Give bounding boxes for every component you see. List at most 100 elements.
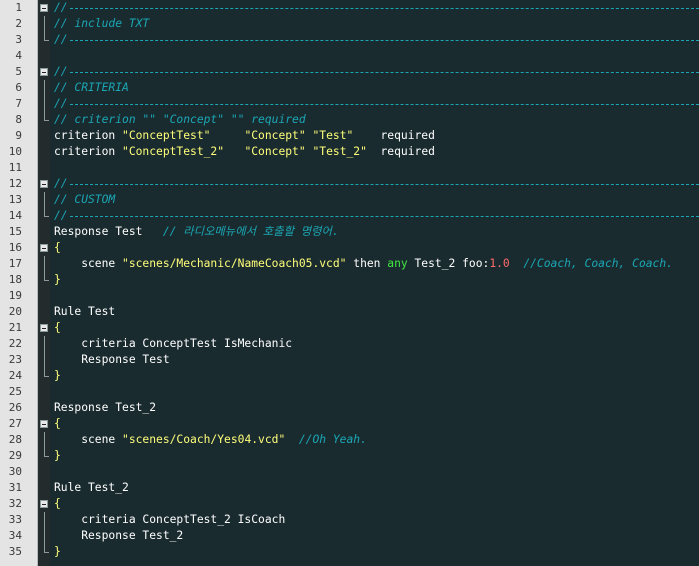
line-number: 5 (15, 65, 22, 78)
code-token: Rule Test_2 (54, 481, 129, 494)
code-string: "Concept" (244, 129, 306, 142)
line-number: 8 (15, 113, 22, 126)
fold-guide-line (44, 80, 45, 96)
fold-guide-line (44, 352, 45, 368)
line-number: 10 (8, 145, 22, 158)
code-token: Response Test (54, 225, 163, 238)
code-token: required (366, 145, 435, 158)
code-line[interactable]: // (54, 32, 699, 48)
line-number: 1 (15, 1, 22, 14)
code-line[interactable]: Response Test // 라디오메뉴에서 호출할 명령어. (54, 224, 699, 240)
code-line[interactable]: criteria ConceptTest IsMechanic (54, 336, 699, 352)
code-line[interactable]: Rule Test_2 (54, 480, 699, 496)
code-comment: // (54, 177, 68, 190)
code-line[interactable]: scene "scenes/Mechanic/NameCoach05.vcd" … (54, 256, 699, 272)
line-number: 15 (8, 225, 22, 238)
code-string: "scenes/Coach/Yes04.vcd" (122, 433, 286, 446)
fold-guide-line (44, 544, 45, 552)
code-comment: // (54, 97, 68, 110)
code-line[interactable]: } (54, 368, 699, 384)
code-line[interactable]: // (54, 208, 699, 224)
fold-guide-line (44, 272, 45, 280)
fold-toggle-icon[interactable] (40, 68, 48, 76)
fold-toggle-icon[interactable] (40, 420, 48, 428)
code-line[interactable]: criteria ConceptTest_2 IsCoach (54, 512, 699, 528)
comment-rule (70, 72, 699, 73)
code-comment: // (54, 65, 68, 78)
code-line[interactable]: // (54, 0, 699, 16)
code-line[interactable]: // (54, 176, 699, 192)
code-comment: // 라디오메뉴에서 호출할 명령어. (162, 225, 339, 238)
code-line[interactable] (54, 464, 699, 480)
code-line[interactable] (54, 288, 699, 304)
code-line[interactable]: Response Test (54, 352, 699, 368)
code-line[interactable]: { (54, 320, 699, 336)
line-number: 30 (8, 465, 22, 478)
code-token: criteria ConceptTest_2 IsCoach (54, 513, 286, 526)
fold-toggle-icon[interactable] (40, 244, 48, 252)
fold-toggle-icon[interactable] (40, 324, 48, 332)
code-line[interactable] (54, 384, 699, 400)
code-area[interactable]: // // include TXT // // // CRITERIA // // crit… (50, 0, 699, 566)
code-line[interactable]: // (54, 96, 699, 112)
fold-toggle-icon[interactable] (40, 500, 48, 508)
line-number: 35 (8, 545, 22, 558)
code-line[interactable]: } (54, 448, 699, 464)
code-line[interactable]: Response Test_2 (54, 400, 699, 416)
code-line[interactable]: criterion "ConceptTest" "Concept" "Test"… (54, 128, 699, 144)
code-line[interactable]: // criterion "" "Concept" "" required (54, 112, 699, 128)
line-number: 2 (15, 17, 22, 30)
line-number: 32 (8, 497, 22, 510)
fold-guide-line (44, 432, 45, 448)
code-line[interactable]: Rule Test (54, 304, 699, 320)
code-token: 1.0 (489, 257, 510, 270)
code-string: "ConceptTest" (122, 129, 211, 142)
code-line[interactable]: } (54, 272, 699, 288)
code-line[interactable]: } (54, 544, 699, 560)
code-line[interactable]: // CRITERIA (54, 80, 699, 96)
code-token: Test_2 foo: (407, 257, 490, 270)
line-number-gutter: 1 2 3 4 5 6 7 8 9 10 11 12 13 14 15 16 17 18 19 20 21 22 23 24 2… (0, 0, 38, 566)
code-comment: // include TXT (54, 17, 150, 30)
code-line[interactable]: scene "scenes/Coach/Yes04.vcd" //Oh Yeah… (54, 432, 699, 448)
line-number: 25 (8, 385, 22, 398)
line-number: 21 (8, 321, 22, 334)
code-line[interactable]: { (54, 240, 699, 256)
code-line[interactable]: // (54, 64, 699, 80)
fold-end-marker (44, 40, 49, 41)
code-token: scene (54, 257, 123, 270)
line-number: 31 (8, 481, 22, 494)
code-line[interactable]: // CUSTOM (54, 192, 699, 208)
comment-rule (70, 104, 699, 105)
code-line[interactable]: criterion "ConceptTest_2" "Concept" "Tes… (54, 144, 699, 160)
line-number: 14 (8, 209, 22, 222)
fold-guide-line (44, 16, 45, 32)
line-number: 33 (8, 513, 22, 526)
code-line[interactable]: { (54, 416, 699, 432)
code-token: scene (54, 433, 123, 446)
code-comment: // (54, 209, 68, 222)
fold-toggle-icon[interactable] (40, 4, 48, 12)
fold-guide-line (44, 336, 45, 352)
comment-rule (70, 40, 699, 41)
fold-margin (38, 0, 50, 566)
fold-guide-line (44, 208, 45, 216)
fold-guide-line (44, 256, 45, 272)
comment-rule (70, 8, 699, 9)
code-line[interactable]: // include TXT (54, 16, 699, 32)
fold-toggle-icon[interactable] (40, 180, 48, 188)
line-number: 9 (15, 129, 22, 142)
code-token: { (54, 417, 61, 430)
fold-end-marker (44, 376, 49, 377)
code-line[interactable] (54, 48, 699, 64)
code-token: criterion (54, 129, 123, 142)
comment-rule (70, 184, 699, 185)
code-line[interactable]: { (54, 496, 699, 512)
line-number: 4 (15, 49, 22, 62)
code-comment: // (54, 33, 68, 46)
code-line[interactable]: Response Test_2 (54, 528, 699, 544)
code-line[interactable] (54, 160, 699, 176)
